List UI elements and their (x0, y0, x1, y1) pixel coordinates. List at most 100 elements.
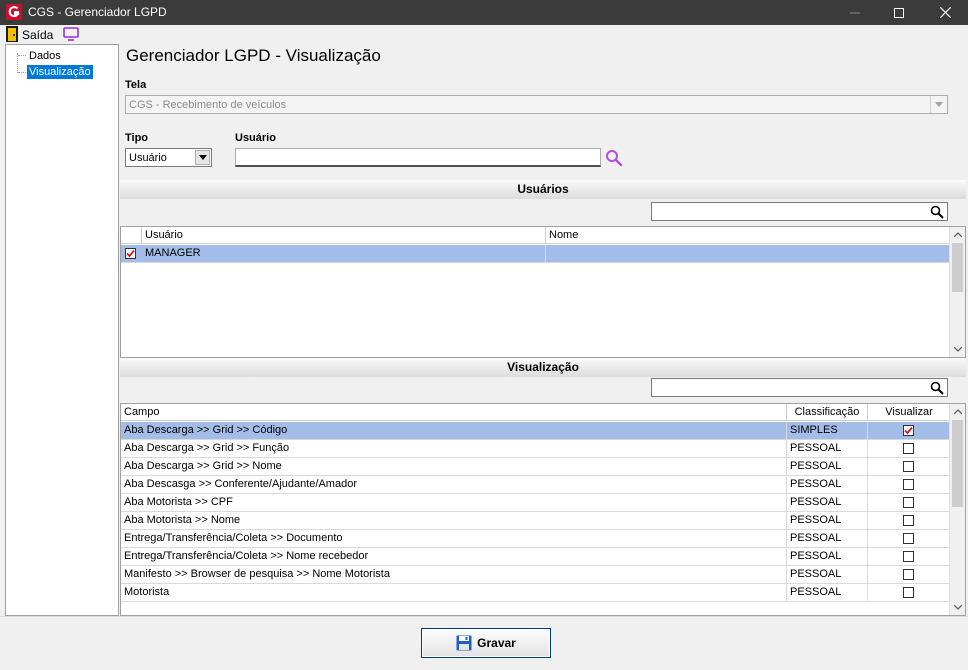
scroll-thumb[interactable] (952, 243, 963, 292)
visualizar-checkbox[interactable] (903, 425, 914, 436)
tipo-select[interactable]: Usuário (125, 148, 212, 167)
scroll-up-icon[interactable] (950, 404, 965, 419)
cell-campo: Aba Descarga >> Grid >> Função (121, 440, 787, 458)
cell-visualizar[interactable] (868, 440, 950, 458)
chevron-down-icon[interactable] (930, 96, 947, 113)
table-row[interactable]: Entrega/Transferência/Coleta >> Nome rec… (121, 548, 950, 566)
page-title: Gerenciador LGPD - Visualização (126, 46, 381, 65)
table-row[interactable]: Aba Descarga >> Grid >> Código SIMPLES (121, 422, 950, 440)
tipo-label: Tipo (125, 132, 149, 144)
scroll-thumb[interactable] (952, 420, 963, 507)
table-row[interactable]: Aba Descasga >> Conferente/Ajudante/Amad… (121, 476, 950, 494)
usuario-label: Usuário (235, 132, 276, 144)
app-logo-icon (6, 4, 22, 20)
floppy-disk-icon (456, 635, 472, 651)
cell-visualizar[interactable] (868, 422, 950, 440)
exit-menu-item[interactable]: Saída (22, 28, 53, 42)
window-title: CGS - Gerenciador LGPD (28, 5, 167, 19)
cell-visualizar[interactable] (868, 584, 950, 602)
tipo-select-value: Usuário (129, 152, 167, 164)
visualizacao-filter-input[interactable] (651, 378, 948, 397)
tree-connector (17, 53, 18, 73)
maximize-button[interactable] (876, 0, 922, 25)
visualizar-checkbox[interactable] (903, 533, 914, 544)
save-button[interactable]: Gravar (421, 628, 551, 658)
cell-visualizar[interactable] (868, 476, 950, 494)
visualizar-checkbox[interactable] (903, 551, 914, 562)
exit-door-icon[interactable] (6, 26, 18, 42)
tree-item-visualizacao[interactable]: Visualização (27, 65, 93, 79)
cell-campo: Entrega/Transferência/Coleta >> Document… (121, 530, 787, 548)
search-icon[interactable] (604, 149, 624, 167)
tree-item-dados[interactable]: Dados (27, 49, 63, 63)
minimize-icon (850, 12, 860, 13)
navigation-tree: Dados Visualização (5, 44, 119, 616)
cell-campo: Aba Descasga >> Conferente/Ajudante/Amad… (121, 476, 787, 494)
search-icon[interactable] (930, 381, 944, 395)
tela-select[interactable]: CGS - Recebimento de veículos (125, 95, 948, 114)
visualizar-checkbox[interactable] (903, 443, 914, 454)
cell-classificacao: PESSOAL (787, 476, 868, 494)
cell-visualizar[interactable] (868, 458, 950, 476)
search-icon[interactable] (930, 205, 944, 219)
cell-visualizar[interactable] (868, 566, 950, 584)
visualizar-checkbox[interactable] (903, 569, 914, 580)
usuarios-grid: Usuário Nome MANAGER (120, 226, 966, 358)
table-row[interactable]: Entrega/Transferência/Coleta >> Document… (121, 530, 950, 548)
table-row[interactable]: Aba Motorista >> Nome PESSOAL (121, 512, 950, 530)
minimize-button[interactable] (832, 0, 878, 25)
scroll-up-icon[interactable] (950, 227, 965, 242)
usuarios-filter-input[interactable] (651, 202, 948, 221)
usuarios-section-header: Usuários (120, 180, 966, 199)
cell-visualizar[interactable] (868, 548, 950, 566)
table-row[interactable]: Aba Motorista >> CPF PESSOAL (121, 494, 950, 512)
cell-campo: Manifesto >> Browser de pesquisa >> Nome… (121, 566, 787, 584)
scroll-down-icon[interactable] (950, 600, 965, 615)
visualizacao-section-header: Visualização (120, 358, 966, 377)
close-button[interactable] (922, 0, 968, 25)
cell-classificacao: SIMPLES (787, 422, 868, 440)
cell-campo: Aba Motorista >> CPF (121, 494, 787, 512)
header-usuario[interactable]: Usuário (142, 227, 546, 244)
tree-connector (18, 72, 26, 73)
usuario-input[interactable] (235, 148, 601, 167)
visualizacao-grid: Campo Classificação Visualizar Aba Desca… (120, 403, 966, 616)
checkmark-icon (904, 426, 913, 435)
visualizacao-grid-header: Campo Classificação Visualizar (121, 404, 950, 421)
cell-campo: Motorista (121, 584, 787, 602)
row-checkbox-cell[interactable] (121, 245, 142, 263)
checkmark-icon (126, 249, 135, 258)
header-visualizar[interactable]: Visualizar (868, 404, 950, 421)
visualizacao-scrollbar[interactable] (949, 404, 965, 615)
cell-campo: Aba Motorista >> Nome (121, 512, 787, 530)
cell-classificacao: PESSOAL (787, 440, 868, 458)
table-row[interactable]: MANAGER (121, 245, 950, 263)
cell-classificacao: PESSOAL (787, 458, 868, 476)
tela-label: Tela (125, 79, 147, 91)
cell-visualizar[interactable] (868, 494, 950, 512)
visualizar-checkbox[interactable] (903, 461, 914, 472)
scroll-down-icon[interactable] (950, 342, 965, 357)
cell-visualizar[interactable] (868, 530, 950, 548)
visualizar-checkbox[interactable] (903, 587, 914, 598)
maximize-icon (894, 7, 904, 18)
cell-visualizar[interactable] (868, 512, 950, 530)
table-row[interactable]: Aba Descarga >> Grid >> Nome PESSOAL (121, 458, 950, 476)
header-nome[interactable]: Nome (546, 227, 950, 244)
usuarios-grid-header: Usuário Nome (121, 227, 950, 244)
cell-campo: Aba Descarga >> Grid >> Nome (121, 458, 787, 476)
table-row[interactable]: Aba Descarga >> Grid >> Função PESSOAL (121, 440, 950, 458)
visualizar-checkbox[interactable] (903, 497, 914, 508)
header-classificacao[interactable]: Classificação (787, 404, 868, 421)
usuarios-scrollbar[interactable] (949, 227, 965, 357)
checkbox[interactable] (125, 248, 136, 259)
table-row[interactable]: Manifesto >> Browser de pesquisa >> Nome… (121, 566, 950, 584)
visualizar-checkbox[interactable] (903, 515, 914, 526)
close-icon (939, 7, 951, 18)
menu-bar: Saída (0, 25, 968, 44)
header-campo[interactable]: Campo (121, 404, 787, 421)
monitor-icon[interactable] (63, 27, 79, 41)
table-row[interactable]: Motorista PESSOAL (121, 584, 950, 602)
visualizar-checkbox[interactable] (903, 479, 914, 490)
chevron-down-icon[interactable] (195, 150, 210, 165)
